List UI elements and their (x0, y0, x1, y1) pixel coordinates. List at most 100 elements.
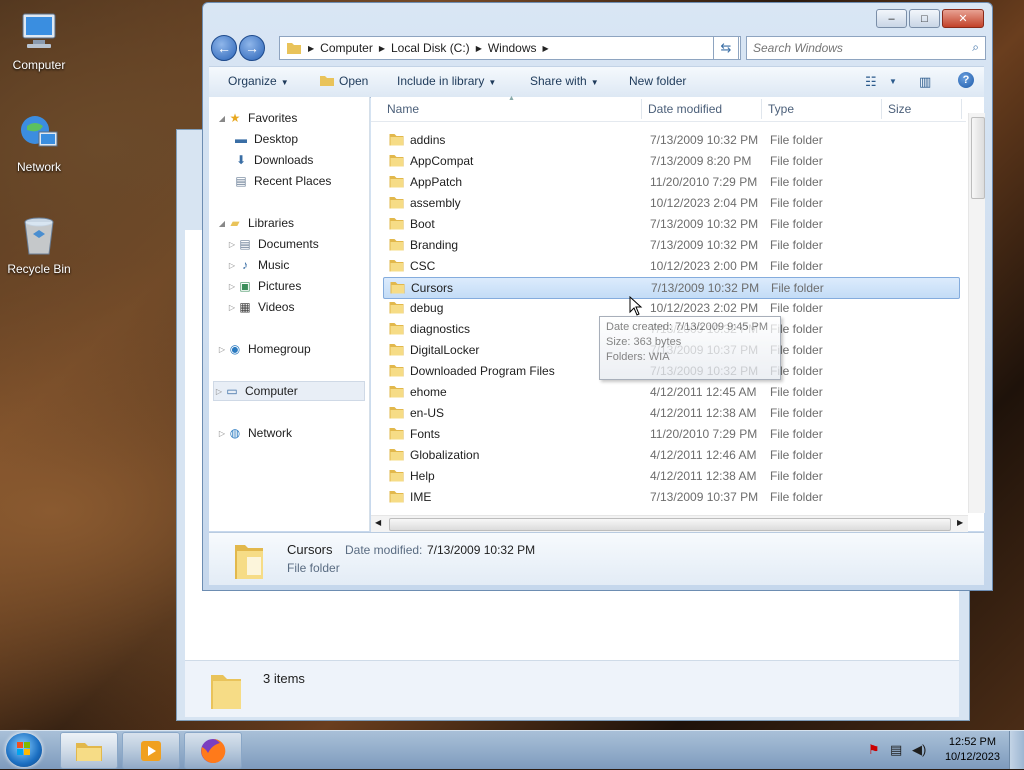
vertical-scroll-thumb[interactable] (971, 117, 985, 199)
search-box[interactable]: ⌕ (746, 36, 986, 60)
column-divider[interactable] (641, 99, 642, 119)
folder-icon (389, 239, 404, 251)
file-type: File folder (770, 238, 823, 252)
file-date-modified: 7/13/2009 10:37 PM (650, 490, 759, 504)
date-modified-label: Date modified: (345, 543, 423, 557)
network-tray-icon[interactable]: ▤ (890, 742, 902, 758)
horizontal-scroll-thumb[interactable] (389, 518, 951, 531)
search-icon[interactable]: ⌕ (972, 40, 979, 55)
preview-pane-icon[interactable]: ▥ (919, 74, 931, 90)
minimize-button[interactable]: – (876, 9, 907, 28)
file-row[interactable]: AppCompat 7/13/2009 8:20 PM File folder (383, 151, 958, 171)
file-row[interactable]: CSC 10/12/2023 2:00 PM File folder (383, 256, 958, 276)
column-header-row: ▲ Name Date modified Type Size (371, 95, 966, 122)
column-date-modified[interactable]: Date modified (648, 102, 722, 116)
breadcrumb-separator-icon[interactable]: ▶ (306, 44, 316, 53)
desktop-icon-computer[interactable]: Computer (1, 10, 77, 72)
forward-arrow-icon: → (245, 40, 259, 56)
clock[interactable]: 12:52 PM 10/12/2023 (945, 735, 1000, 765)
file-row[interactable]: Help 4/12/2011 12:38 AM File folder (383, 466, 958, 486)
organize-menu[interactable]: Organize ▼ (228, 74, 289, 88)
column-name[interactable]: Name (387, 102, 419, 116)
navigation-pane: ◢ ★ Favorites ▬ Desktop ⬇ Downloads ▤ Recent … (209, 97, 370, 531)
column-type[interactable]: Type (768, 102, 794, 116)
search-input[interactable] (747, 40, 965, 56)
forward-button[interactable]: → (239, 35, 265, 61)
nav-computer[interactable]: ▷ ▭ Computer (213, 381, 365, 401)
address-bar[interactable]: ▶ Computer ▶ Local Disk (C:) ▶ Windows ▶… (279, 36, 741, 60)
start-button[interactable] (6, 733, 42, 767)
file-row[interactable]: Branding 7/13/2009 10:32 PM File folder (383, 235, 958, 255)
file-row[interactable]: debug 10/12/2023 2:02 PM File folder (383, 298, 958, 318)
column-divider[interactable] (761, 99, 762, 119)
close-button[interactable]: ✕ (942, 9, 984, 28)
volume-icon[interactable]: ◀) (912, 742, 926, 758)
vertical-scrollbar[interactable] (968, 113, 985, 513)
file-row[interactable]: Boot 7/13/2009 10:32 PM File folder (383, 214, 958, 234)
column-size[interactable]: Size (888, 102, 911, 116)
nav-pictures[interactable]: ▷ ▣ Pictures (227, 277, 301, 295)
nav-desktop[interactable]: ▬ Desktop (233, 130, 298, 148)
horizontal-scrollbar[interactable]: ◀ ▶ (371, 515, 968, 532)
help-icon[interactable]: ? (958, 72, 974, 88)
share-with-menu[interactable]: Share with ▼ (530, 74, 599, 88)
column-divider[interactable] (881, 99, 882, 119)
recycle-bin-icon (17, 214, 61, 258)
column-divider[interactable] (961, 99, 962, 119)
explorer-window[interactable]: – □ ✕ ← → ▶ Computer ▶ Local Disk (C:) ▶… (202, 2, 993, 591)
breadcrumb-separator-icon[interactable]: ▶ (541, 44, 551, 53)
nav-network[interactable]: ▷ ◍ Network (217, 424, 292, 442)
taskbar-media-player-button[interactable] (122, 732, 180, 769)
new-folder-button[interactable]: New folder (629, 74, 686, 88)
nav-homegroup[interactable]: ▷ ◉ Homegroup (217, 340, 311, 358)
folder-icon (389, 491, 404, 503)
change-view-icon[interactable]: ☷ (865, 74, 877, 90)
taskbar-firefox-button[interactable] (184, 732, 242, 769)
downloads-icon: ⬇ (235, 153, 247, 167)
nav-favorites[interactable]: ◢ ★ Favorites (217, 109, 297, 127)
file-name: Cursors (411, 281, 454, 295)
collapse-arrow-icon: ▷ (228, 260, 236, 270)
breadcrumb-windows[interactable]: Windows (484, 41, 541, 55)
scroll-right-icon[interactable]: ▶ (957, 518, 963, 527)
show-desktop-button[interactable] (1009, 731, 1024, 769)
nav-libraries[interactable]: ◢ ▰ Libraries (217, 214, 294, 232)
view-options-chevron-icon[interactable]: ▼ (889, 77, 897, 86)
breadcrumb-separator-icon[interactable]: ▶ (377, 44, 387, 53)
taskbar-explorer-button[interactable] (60, 732, 118, 769)
scroll-left-icon[interactable]: ◀ (375, 518, 381, 527)
file-row[interactable]: AppPatch 11/20/2010 7:29 PM File folder (383, 172, 958, 192)
desktop-icon-network[interactable]: Network (1, 112, 77, 174)
file-name: en-US (410, 406, 445, 420)
desktop-icon-recycle-bin[interactable]: Recycle Bin (1, 214, 77, 276)
nav-videos[interactable]: ▷ ▦ Videos (227, 298, 295, 316)
nav-documents[interactable]: ▷ ▤ Documents (227, 235, 319, 253)
folder-icon (389, 365, 404, 377)
file-row[interactable]: Globalization 4/12/2011 12:46 AM File fold… (383, 445, 958, 465)
include-in-library-menu[interactable]: Include in library ▼ (397, 74, 496, 88)
nav-recent-places[interactable]: ▤ Recent Places (233, 172, 331, 190)
file-row[interactable]: Fonts 11/20/2010 7:29 PM File folder (383, 424, 958, 444)
selected-item-name: Cursors (287, 542, 333, 557)
breadcrumb-computer[interactable]: Computer (316, 41, 377, 55)
back-button[interactable]: ← (211, 35, 237, 61)
refresh-button[interactable]: ⇆ (713, 36, 739, 60)
breadcrumb-local-disk[interactable]: Local Disk (C:) (387, 41, 474, 55)
command-bar: Organize ▼ Open Include in library ▼ Share… (209, 66, 984, 98)
file-type: File folder (770, 259, 823, 273)
open-button[interactable]: Open (319, 74, 368, 88)
file-row[interactable]: assembly 10/12/2023 2:04 PM File folder (383, 193, 958, 213)
nav-downloads[interactable]: ⬇ Downloads (233, 151, 313, 169)
file-row[interactable]: IME 7/13/2009 10:37 PM File folder (383, 487, 958, 507)
chevron-down-icon: ▼ (280, 78, 289, 87)
nav-music[interactable]: ▷ ♪ Music (227, 256, 289, 274)
file-row[interactable]: en-US 4/12/2011 12:38 AM File folder (383, 403, 958, 423)
maximize-button[interactable]: □ (909, 9, 940, 28)
action-center-icon[interactable]: ⚑ (868, 742, 880, 758)
file-list[interactable]: ▲ Name Date modified Type Size addins 7/1… (371, 95, 985, 532)
file-row[interactable]: Cursors 7/13/2009 10:32 PM File folder (383, 277, 960, 299)
details-pane: Cursors Date modified: 7/13/2009 10:32 P… (209, 532, 984, 585)
file-row[interactable]: ehome 4/12/2011 12:45 AM File folder (383, 382, 958, 402)
breadcrumb-separator-icon[interactable]: ▶ (474, 44, 484, 53)
file-row[interactable]: addins 7/13/2009 10:32 PM File folder (383, 130, 958, 150)
